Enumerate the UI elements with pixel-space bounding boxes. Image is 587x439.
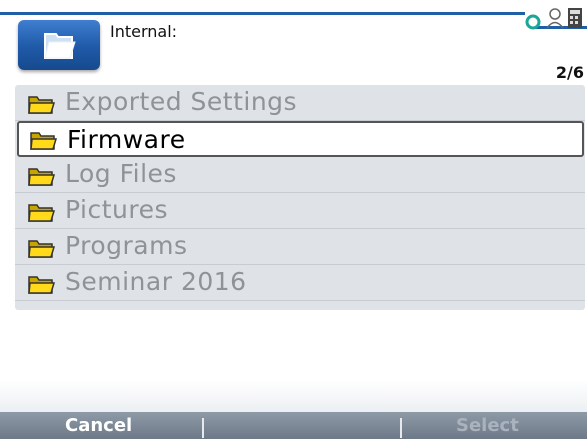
softkey-divider <box>202 418 204 438</box>
location-title: Internal: <box>110 22 178 41</box>
folder-icon <box>28 168 55 186</box>
list-item-firmware[interactable]: Firmware <box>17 121 584 157</box>
loop-icon <box>525 14 541 30</box>
list-item-label: Log Files <box>65 159 177 188</box>
list-item-label: Firmware <box>67 125 186 154</box>
list-item-label: Programs <box>65 231 188 260</box>
select-button[interactable]: Select <box>456 415 519 436</box>
folder-icon <box>28 96 55 114</box>
softkey-divider <box>400 418 402 438</box>
folder-app-icon <box>18 20 100 70</box>
list-item-exported-settings[interactable]: Exported Settings <box>15 85 585 121</box>
user-icon <box>546 8 564 29</box>
softkey-bar: Cancel Select <box>0 412 587 439</box>
status-bar-line <box>0 12 525 15</box>
folder-icon <box>28 204 55 222</box>
calculator-icon <box>568 8 582 28</box>
list-item-pictures[interactable]: Pictures <box>15 193 585 229</box>
bottom-fade <box>0 380 587 412</box>
folder-icon <box>30 132 57 150</box>
list-item-programs[interactable]: Programs <box>15 229 585 265</box>
cancel-button[interactable]: Cancel <box>65 415 132 436</box>
list-item-label: Pictures <box>65 195 168 224</box>
folder-icon <box>28 240 55 258</box>
folder-icon <box>28 276 55 294</box>
list-item-seminar-2016[interactable]: Seminar 2016 <box>15 265 585 301</box>
page-indicator: 2/6 <box>555 63 584 82</box>
folder-list: Exported Settings Firmware Log Files Pic… <box>15 85 585 310</box>
list-item-log-files[interactable]: Log Files <box>15 157 585 193</box>
list-item-label: Exported Settings <box>65 87 298 116</box>
status-icons <box>525 8 582 30</box>
list-item-label: Seminar 2016 <box>65 267 247 296</box>
